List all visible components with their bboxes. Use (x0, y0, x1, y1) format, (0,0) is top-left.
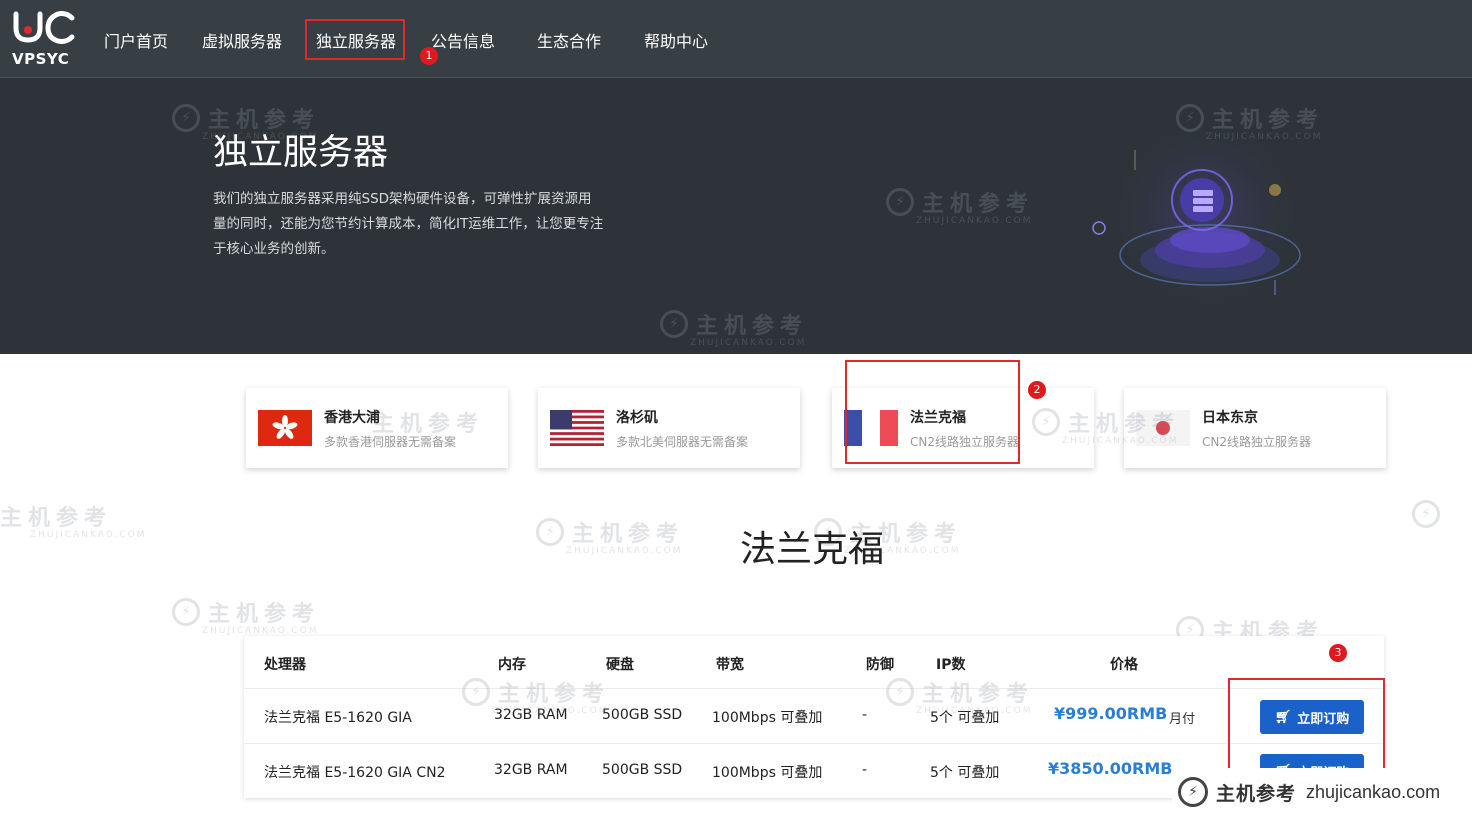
column-header-cpu: 处理器 (264, 657, 306, 673)
cell-disk: 500GB SSD (602, 707, 683, 723)
cell-cpu: 法兰克福 E5-1620 GIA (264, 710, 412, 726)
watermark: ⚡主机参考 ZHUJICANKAO.COM (172, 596, 320, 636)
watermark: 主机参考 ZHUJICANKAO.COM (0, 506, 147, 540)
cell-ram: 32GB RAM (494, 762, 568, 778)
site-logo[interactable]: VPSYC (10, 10, 76, 70)
annotation-box-nav (305, 19, 405, 60)
cell-ip: 5个 可叠加 (930, 765, 1000, 781)
column-header-ram: 内存 (498, 657, 526, 673)
column-header-ip: IP数 (936, 657, 966, 673)
footer-watermark: ⚡ 主机参考 zhujicankao.com (1172, 768, 1472, 816)
hong-kong-flag-icon (258, 410, 312, 446)
cell-bandwidth: 100Mbps 可叠加 (712, 765, 823, 781)
cell-period: 月付 (1169, 712, 1196, 727)
location-name: 日本东京 (1202, 410, 1258, 426)
location-subtitle: 多款北美伺服器无需备案 (616, 435, 749, 449)
location-subtitle: CN2线路独立服务器 (1202, 435, 1311, 449)
location-name: 洛杉矶 (616, 410, 658, 426)
cell-disk: 500GB SSD (602, 762, 683, 778)
top-navbar: VPSYC 门户首页 虚拟服务器 独立服务器 公告信息 生态合作 帮助中心 (0, 0, 1472, 78)
section-title: 法兰克福 (740, 529, 885, 570)
annotation-badge-1: 1 (420, 47, 438, 65)
hero-description: 我们的独立服务器采用纯SSD架构硬件设备，可弹性扩展资源用量的同时，还能为您节约… (213, 191, 604, 257)
table-row: 法兰克福 E5-1620 GIA 32GB RAM 500GB SSD 100M… (244, 688, 1384, 743)
nav-item-home[interactable]: 门户首页 (104, 28, 168, 52)
location-card-hongkong[interactable]: 香港大浦 多款香港伺服器无需备案 (246, 388, 508, 468)
page-title: 独立服务器 (213, 133, 389, 173)
nav-item-partners[interactable]: 生态合作 (537, 28, 601, 52)
column-header-bandwidth: 带宽 (716, 657, 744, 673)
watermark-logo-icon: ⚡ (1178, 777, 1208, 807)
server-illustration (1080, 90, 1330, 340)
nav-item-vps[interactable]: 虚拟服务器 (202, 28, 282, 52)
annotation-badge-3: 3 (1329, 644, 1347, 662)
annotation-box-order (1228, 678, 1385, 778)
cell-cpu: 法兰克福 E5-1620 GIA CN2 (264, 765, 446, 781)
japan-flag-icon (1136, 410, 1190, 446)
usa-flag-icon (550, 410, 604, 446)
cell-price: ¥999.00RMB (1054, 704, 1168, 723)
location-card-tokyo[interactable]: 日本东京 CN2线路独立服务器 (1124, 388, 1386, 468)
column-header-defense: 防御 (866, 657, 894, 673)
location-name: 香港大浦 (324, 410, 380, 426)
nav-item-announcements[interactable]: 公告信息 (431, 28, 495, 52)
watermark: ⚡主机参考 ZHUJICANKAO.COM (660, 308, 808, 348)
cell-ram: 32GB RAM (494, 707, 568, 723)
watermark: ⚡ (1412, 500, 1448, 528)
watermark: ⚡主机参考 ZHUJICANKAO.COM (536, 516, 684, 556)
annotation-box-location (845, 360, 1020, 464)
logo-text: VPSYC (12, 50, 70, 68)
cell-ip: 5个 可叠加 (930, 710, 1000, 726)
watermark-url: zhujicankao.com (1306, 781, 1441, 802)
cell-price: ¥3850.00RMB (1048, 759, 1173, 778)
cell-defense: - (862, 707, 868, 723)
watermark: ⚡主机参考 ZHUJICANKAO.COM (886, 186, 1034, 226)
cell-defense: - (862, 762, 868, 778)
cell-bandwidth: 100Mbps 可叠加 (712, 710, 823, 726)
annotation-badge-2: 2 (1028, 381, 1046, 399)
location-subtitle: 多款香港伺服器无需备案 (324, 435, 457, 449)
column-header-price: 价格 (1110, 657, 1138, 673)
nav-item-help[interactable]: 帮助中心 (644, 28, 708, 52)
location-card-losangeles[interactable]: 洛杉矶 多款北美伺服器无需备案 (538, 388, 800, 468)
column-header-disk: 硬盘 (606, 657, 634, 673)
watermark-name: 主机参考 (1216, 782, 1297, 805)
